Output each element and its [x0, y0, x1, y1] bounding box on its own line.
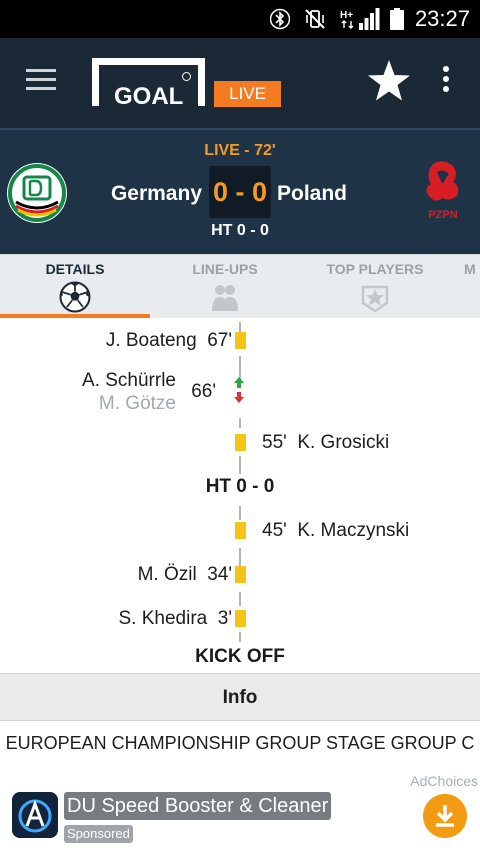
poland-crest-icon[interactable]: PZPN [419, 160, 467, 224]
event-player-out: M. Götze [98, 393, 176, 414]
germany-crest-icon[interactable] [6, 162, 68, 224]
event-player: J. Boateng 67' [105, 330, 232, 351]
halftime-marker: HT 0 - 0 [205, 476, 275, 497]
signal-icon [359, 8, 380, 30]
yellow-card-icon [235, 566, 246, 583]
ad-choices-link[interactable]: AdChoices [410, 773, 478, 789]
sponsored-label: Sponsored [64, 825, 133, 843]
star-badge-icon [361, 285, 389, 313]
star-icon[interactable] [366, 58, 412, 104]
halftime-score: HT 0 - 0 [211, 222, 269, 239]
away-team-name: Poland [277, 182, 348, 205]
info-section-header: Info [0, 673, 480, 721]
match-timeline: J. Boateng 67' A. Schürrle M. Götze 66' … [0, 318, 480, 672]
ad-banner[interactable]: AdChoices DU Speed Booster & Cleaner Spo… [0, 770, 480, 854]
tab-top-players[interactable]: TOP PLAYERS [300, 255, 450, 319]
event-minute: 3' [217, 608, 232, 629]
match-status: LIVE - 72' [204, 142, 276, 159]
tab-top-players-label: TOP PLAYERS [326, 261, 424, 277]
event-minute: 55' [262, 432, 287, 453]
tab-details-label: DETAILS [45, 261, 105, 277]
soccer-ball-icon [59, 281, 91, 313]
download-icon[interactable] [423, 794, 467, 838]
svg-text:H+: H+ [340, 10, 353, 21]
event-minute: 45' [262, 520, 287, 541]
status-bar: H+ 23:27 [0, 0, 480, 38]
tab-bar: DETAILS LINE-UPS TOP PLAYERS M [0, 254, 480, 318]
match-header: LIVE - 72' Germany 0 - 0 Poland PZPN HT … [0, 128, 480, 254]
yellow-card-icon [235, 522, 246, 539]
tab-more[interactable]: M [464, 255, 480, 319]
app-bar: GOAL LIVE [0, 38, 480, 128]
tab-line-ups[interactable]: LINE-UPS [150, 255, 300, 319]
substitution-arrows-icon [234, 377, 244, 403]
event-minute: 66' [191, 381, 216, 402]
bluetooth-icon [270, 8, 290, 30]
yellow-card-icon [235, 434, 246, 451]
competition-name: EUROPEAN CHAMPIONSHIP GROUP STAGE GROUP … [5, 733, 475, 753]
ad-title[interactable]: DU Speed Booster & Cleaner [64, 792, 332, 820]
event-player: M. Özil 34' [137, 564, 232, 585]
yellow-card-icon [235, 332, 246, 349]
score: 0 - 0 [209, 166, 271, 218]
goal-logo-text: GOAL [114, 83, 184, 110]
menu-icon[interactable] [26, 69, 56, 91]
event-player-in: A. Schürrle [82, 370, 176, 391]
tab-line-ups-label: LINE-UPS [192, 261, 258, 277]
live-badge: LIVE [214, 81, 281, 107]
app-icon[interactable] [12, 792, 58, 838]
battery-icon [390, 8, 404, 30]
event-minute: 67' [207, 330, 232, 351]
tab-more-label: M [464, 261, 476, 277]
registered-mark-icon [182, 72, 191, 81]
event-player: S. Khedira 3' [118, 608, 233, 629]
vibrate-icon [305, 9, 325, 29]
more-vert-icon[interactable] [443, 66, 451, 96]
status-time: 23:27 [414, 6, 470, 31]
away-crest-text: PZPN [428, 209, 457, 221]
event-player: 55' K. Grosicki [262, 432, 390, 453]
event-player: 45' K. Maczynski [262, 520, 410, 541]
event-minute: 34' [207, 564, 232, 585]
home-team-name: Germany [110, 182, 202, 205]
kickoff-marker: KICK OFF [195, 646, 285, 667]
yellow-card-icon [235, 610, 246, 627]
tab-details[interactable]: DETAILS [0, 255, 150, 319]
players-icon [212, 285, 238, 311]
hplus-network-icon: H+ [340, 10, 354, 29]
